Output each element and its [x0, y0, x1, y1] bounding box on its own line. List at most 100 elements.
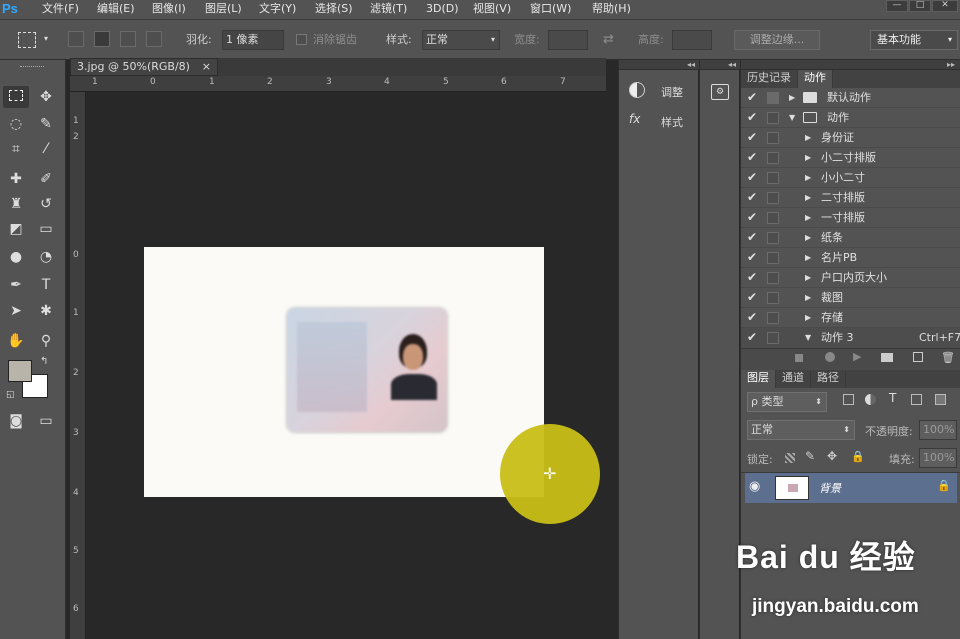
lasso-tool-icon[interactable]: ◌ [3, 113, 29, 135]
healing-brush-tool-icon[interactable]: ✚ [3, 168, 29, 190]
menu-type[interactable]: 文字(Y) [259, 0, 296, 20]
filter-type-icon[interactable]: T [889, 391, 896, 405]
dialog-toggle[interactable] [767, 132, 779, 144]
workspace-select[interactable]: 基本功能 ▾ [870, 30, 958, 50]
expand-triangle-icon[interactable]: ▶ [805, 211, 815, 225]
width-input[interactable] [548, 30, 588, 50]
pen-tool-icon[interactable]: ✒ [3, 274, 29, 296]
styles-label[interactable]: 样式 [661, 114, 683, 130]
opacity-input[interactable]: 100% [919, 420, 957, 440]
check-icon[interactable]: ✔ [747, 310, 759, 324]
action-row[interactable]: ✔ ▶ 户口内页大小 [741, 268, 960, 288]
check-icon[interactable]: ✔ [747, 90, 759, 104]
action-row[interactable]: ✔ ▶ 一寸排版 [741, 208, 960, 228]
check-icon[interactable]: ✔ [747, 130, 759, 144]
trash-icon[interactable]: 🗑 [941, 351, 955, 364]
panel-collapse-icon[interactable]: ▸▸ [741, 60, 960, 70]
eyedropper-tool-icon[interactable]: ⁄ [33, 138, 59, 160]
action-row[interactable]: ✔ ▶ 裁图 [741, 288, 960, 308]
dialog-toggle[interactable] [767, 332, 779, 344]
feather-input[interactable]: 1 像素 [222, 30, 284, 50]
check-icon[interactable]: ✔ [747, 190, 759, 204]
expand-triangle-icon[interactable]: ▶ [805, 171, 815, 185]
shape-tool-icon[interactable]: ✱ [33, 300, 59, 322]
dialog-toggle[interactable] [767, 232, 779, 244]
lock-pixels-icon[interactable]: ✎ [805, 449, 815, 463]
subtract-selection-icon[interactable] [120, 31, 136, 47]
new-set-folder-icon[interactable] [881, 353, 893, 362]
intersect-selection-icon[interactable] [146, 31, 162, 47]
screen-mode-icon[interactable]: ▭ [33, 410, 59, 432]
check-icon[interactable]: ✔ [747, 290, 759, 304]
action-row[interactable]: ✔ ▶ 存储 [741, 308, 960, 328]
filter-pixel-icon[interactable] [843, 394, 854, 405]
action-row[interactable]: ✔ ▼ 动作 [741, 108, 960, 128]
refine-edge-button[interactable]: 调整边缘... [734, 30, 820, 50]
zoom-tool-icon[interactable]: ⚲ [33, 330, 59, 352]
check-icon[interactable]: ✔ [747, 250, 759, 264]
lock-transparent-icon[interactable] [785, 453, 795, 463]
adjustments-icon[interactable] [629, 82, 645, 98]
dialog-toggle[interactable] [767, 112, 779, 124]
expand-triangle-icon[interactable]: ▶ [805, 311, 815, 325]
eraser-tool-icon[interactable]: ◩ [3, 218, 29, 240]
maximize-button[interactable]: □ [909, 0, 931, 12]
play-icon[interactable]: ▶ [853, 350, 861, 363]
menu-layer[interactable]: 图层(L) [205, 0, 242, 20]
brush-tool-icon[interactable]: ✐ [33, 168, 59, 190]
action-row[interactable]: ✔ ▼ 动作 3 Ctrl+F7 [741, 328, 960, 348]
history-brush-tool-icon[interactable]: ↺ [33, 193, 59, 215]
layer-filter-select[interactable]: ρ 类型 ⬍ [747, 392, 827, 412]
expand-triangle-icon[interactable]: ▶ [805, 151, 815, 165]
tab-channels[interactable]: 通道 [776, 370, 811, 388]
close-window-button[interactable]: ✕ [932, 0, 958, 12]
marquee-tool-icon[interactable] [3, 86, 29, 108]
check-icon[interactable]: ✔ [747, 270, 759, 284]
menu-filter[interactable]: 滤镜(T) [370, 0, 407, 20]
menu-edit[interactable]: 编辑(E) [97, 0, 135, 20]
properties-icon[interactable]: ⚙ [711, 84, 729, 100]
collapse-triangle-icon[interactable]: ▼ [805, 331, 815, 345]
dialog-toggle[interactable] [767, 152, 779, 164]
action-row[interactable]: ✔ ▶ 默认动作 [741, 88, 960, 108]
antialias-checkbox[interactable] [296, 34, 307, 45]
add-selection-icon[interactable] [94, 31, 110, 47]
filter-adjustment-icon[interactable] [865, 394, 876, 405]
quick-select-tool-icon[interactable]: ✎ [33, 113, 59, 135]
menu-help[interactable]: 帮助(H) [592, 0, 631, 20]
layer-name[interactable]: 背景 [819, 480, 841, 496]
record-icon[interactable] [825, 352, 835, 362]
swap-colors-icon[interactable]: ↰ [40, 356, 48, 367]
menu-3d[interactable]: 3D(D) [426, 0, 459, 20]
hand-tool-icon[interactable]: ✋ [3, 330, 29, 352]
dialog-toggle[interactable] [767, 192, 779, 204]
height-input[interactable] [672, 30, 712, 50]
dialog-toggle[interactable] [767, 92, 779, 104]
expand-triangle-icon[interactable]: ▶ [805, 231, 815, 245]
crop-tool-icon[interactable]: ⌗ [3, 138, 29, 160]
move-tool-icon[interactable]: ✥ [33, 86, 59, 108]
tab-history[interactable]: 历史记录 [741, 70, 798, 88]
lock-position-icon[interactable]: ✥ [827, 449, 837, 463]
tab-layers[interactable]: 图层 [741, 370, 776, 388]
dialog-toggle[interactable] [767, 212, 779, 224]
new-action-icon[interactable] [913, 352, 923, 362]
layer-row[interactable]: ◉ 背景 🔒 [745, 473, 957, 503]
new-selection-icon[interactable] [68, 31, 84, 47]
menu-image[interactable]: 图像(I) [152, 0, 186, 20]
filter-smart-object-icon[interactable] [935, 394, 946, 405]
type-tool-icon[interactable]: T [33, 274, 59, 296]
action-row[interactable]: ✔ ▶ 纸条 [741, 228, 960, 248]
check-icon[interactable]: ✔ [747, 210, 759, 224]
check-icon[interactable]: ✔ [747, 150, 759, 164]
adjustments-label[interactable]: 调整 [661, 84, 683, 100]
tab-paths[interactable]: 路径 [811, 370, 846, 388]
filter-shape-icon[interactable] [911, 394, 922, 405]
dialog-toggle[interactable] [767, 292, 779, 304]
visibility-eye-icon[interactable]: ◉ [749, 479, 760, 494]
check-icon[interactable]: ✔ [747, 170, 759, 184]
action-row[interactable]: ✔ ▶ 名片PB [741, 248, 960, 268]
dialog-toggle[interactable] [767, 252, 779, 264]
menu-select[interactable]: 选择(S) [315, 0, 353, 20]
minimize-button[interactable]: — [886, 0, 908, 12]
